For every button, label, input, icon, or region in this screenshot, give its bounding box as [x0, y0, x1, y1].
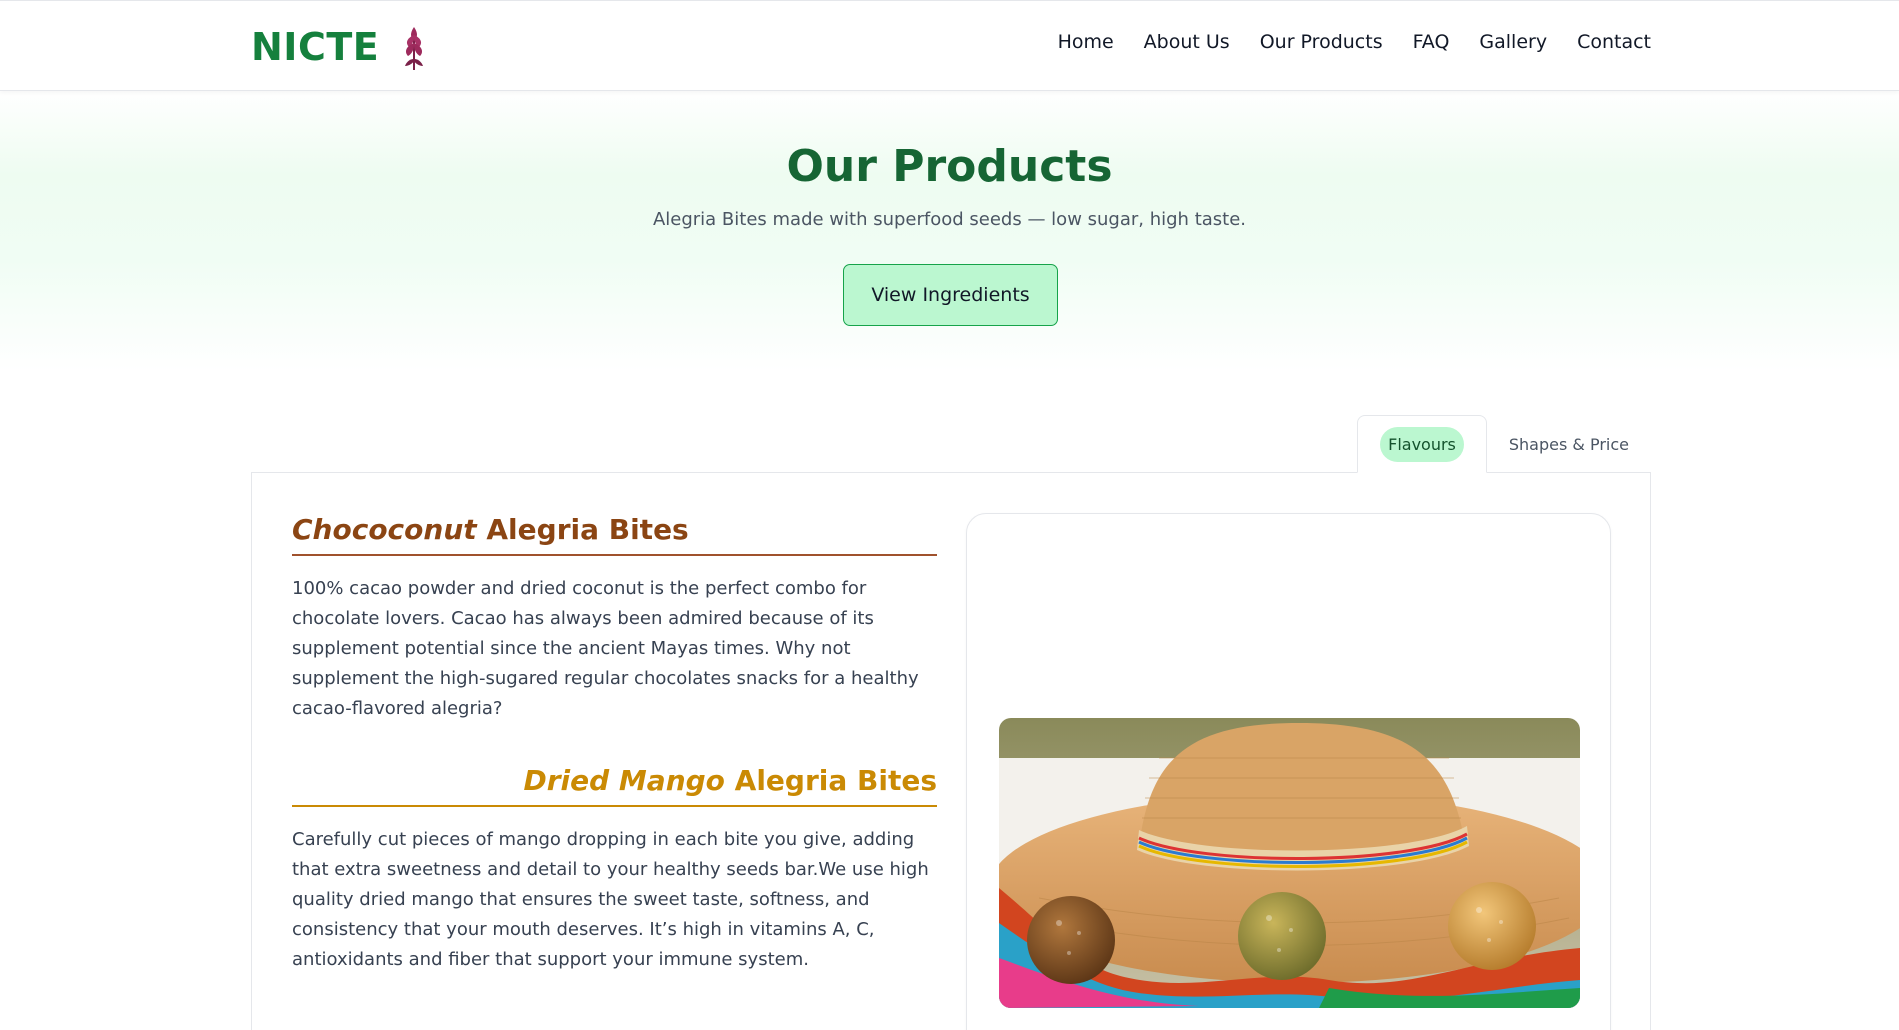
- tab-flavours[interactable]: Flavours: [1357, 415, 1487, 473]
- chococonut-suffix: Alegria Bites: [486, 513, 689, 546]
- chococonut-flavour-name: Chococonut: [292, 513, 477, 546]
- nav-gallery[interactable]: Gallery: [1479, 31, 1547, 53]
- flavour-list: Chococonut Alegria Bites 100% cacao powd…: [292, 513, 937, 975]
- dried-mango-description: Carefully cut pieces of mango dropping i…: [292, 829, 929, 970]
- chococonut-description: 100% cacao powder and dried coconut is t…: [292, 578, 919, 719]
- chococonut-title: Chococonut Alegria Bites: [292, 513, 937, 556]
- main-nav: Home About Us Our Products FAQ Gallery C…: [1058, 31, 1651, 53]
- product-image-card: [966, 513, 1611, 1030]
- page-title: Our Products: [786, 141, 1113, 192]
- tab-shapes-price-label: Shapes & Price: [1508, 434, 1629, 454]
- site-header: NICTE Home About Us Our Products FAQ Gal…: [0, 0, 1899, 91]
- view-ingredients-button[interactable]: View Ingredients: [843, 264, 1058, 326]
- nav-home[interactable]: Home: [1058, 31, 1114, 53]
- nav-faq[interactable]: FAQ: [1413, 31, 1450, 53]
- nav-our-products[interactable]: Our Products: [1260, 31, 1383, 53]
- dried-mango-flavour-name: Dried Mango: [523, 764, 725, 797]
- product-tabs: Flavours Shapes & Price: [1357, 415, 1651, 473]
- product-photo: [999, 718, 1580, 1008]
- tab-flavours-label: Flavours: [1380, 426, 1464, 462]
- tab-shapes-price[interactable]: Shapes & Price: [1487, 415, 1651, 473]
- hero-section: Our Products Alegria Bites made with sup…: [0, 91, 1899, 371]
- dried-mango-suffix: Alegria Bites: [734, 764, 937, 797]
- nav-contact[interactable]: Contact: [1577, 31, 1651, 53]
- brand[interactable]: NICTE: [251, 23, 429, 71]
- amaranth-plant-icon: [405, 27, 424, 70]
- flavours-panel: Chococonut Alegria Bites 100% cacao powd…: [251, 472, 1651, 1030]
- brand-name[interactable]: NICTE: [251, 25, 379, 69]
- dried-mango-title: Dried Mango Alegria Bites: [292, 764, 937, 807]
- page-subtitle: Alegria Bites made with superfood seeds …: [652, 209, 1247, 230]
- nav-about-us[interactable]: About Us: [1144, 31, 1230, 53]
